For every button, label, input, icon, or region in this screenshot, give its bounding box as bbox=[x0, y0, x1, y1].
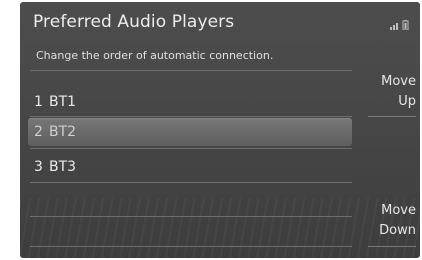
move-down-label-line2: Down bbox=[379, 223, 416, 238]
audio-players-screen: Preferred Audio Players Change the order… bbox=[20, 2, 420, 258]
status-indicators bbox=[390, 15, 410, 34]
button-underline bbox=[368, 246, 416, 247]
divider bbox=[30, 116, 352, 117]
list-item-selected[interactable]: 2 BT2 bbox=[28, 118, 352, 146]
list-item-name: BT3 bbox=[49, 159, 77, 175]
move-up-label-line1: Move bbox=[381, 74, 416, 89]
move-down-label-line1: Move bbox=[381, 203, 416, 218]
divider bbox=[30, 182, 352, 183]
list-item-index: 2 bbox=[34, 124, 43, 140]
signal-strength-icon bbox=[390, 23, 398, 30]
divider bbox=[30, 148, 352, 149]
instruction-text: Change the order of automatic connection… bbox=[36, 49, 274, 62]
list-item-index: 3 bbox=[34, 159, 43, 175]
battery-icon bbox=[402, 20, 409, 31]
list-item-name: BT2 bbox=[49, 124, 77, 140]
move-down-button[interactable]: Move Down bbox=[356, 201, 416, 253]
button-underline bbox=[368, 116, 416, 117]
divider bbox=[30, 70, 352, 71]
divider bbox=[30, 216, 352, 217]
move-up-label-line2: Up bbox=[398, 94, 416, 109]
list-item-name: BT1 bbox=[49, 94, 77, 110]
move-up-button[interactable]: Move Up bbox=[356, 72, 416, 122]
list-item-index: 1 bbox=[34, 94, 43, 110]
list-item[interactable]: 1 BT1 bbox=[28, 88, 352, 116]
list-item[interactable]: 3 BT3 bbox=[28, 153, 352, 181]
divider bbox=[30, 246, 352, 247]
page-title: Preferred Audio Players bbox=[33, 12, 235, 32]
